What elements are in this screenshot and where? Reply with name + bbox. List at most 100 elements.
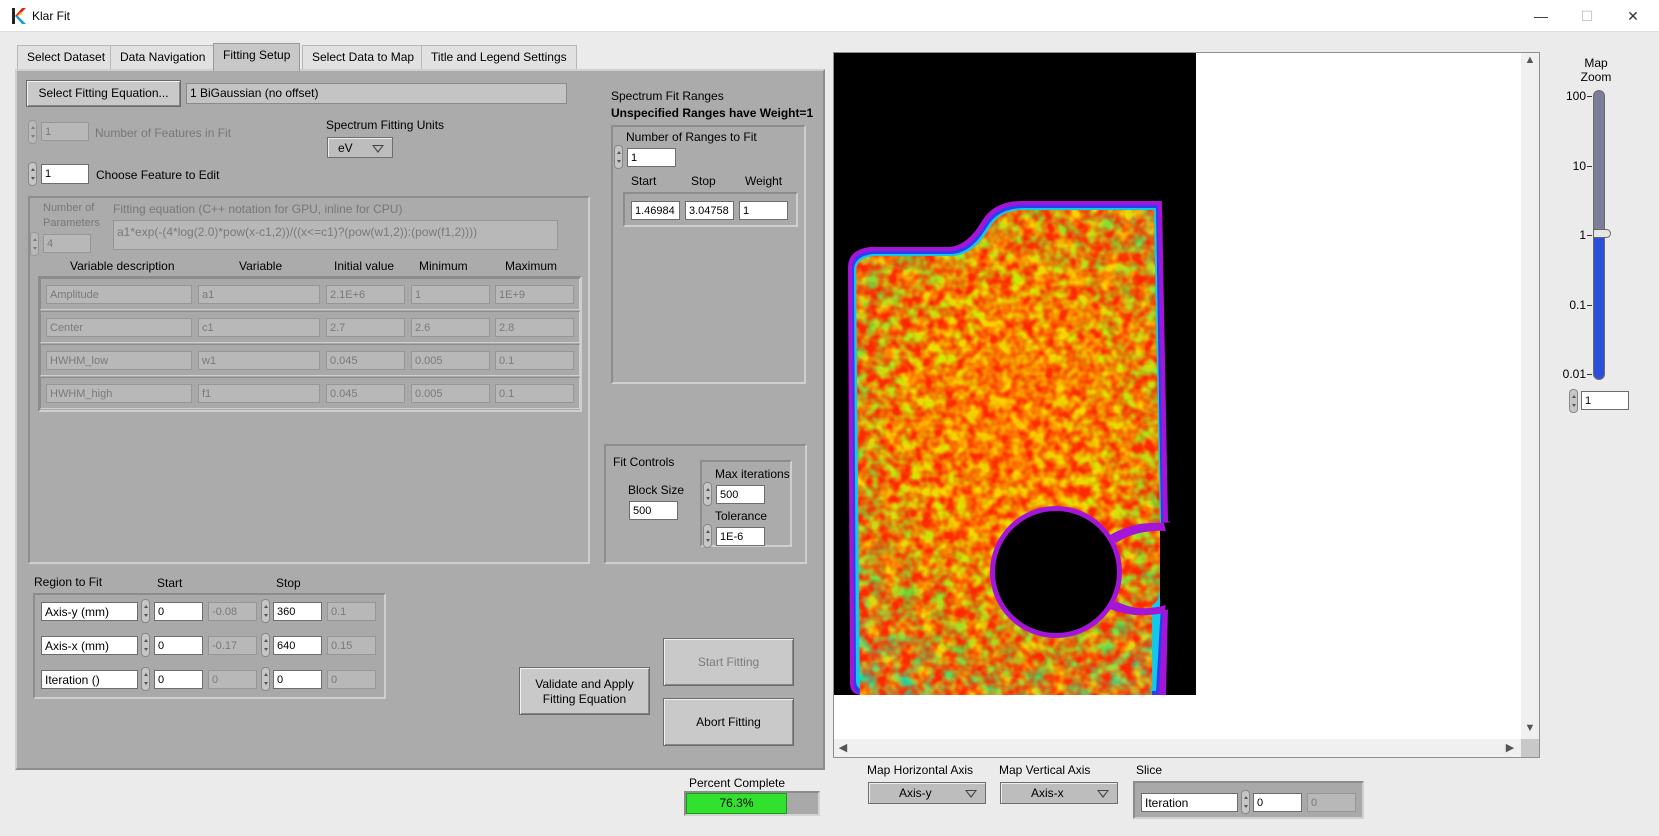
param-var[interactable]: a1 <box>198 285 320 304</box>
tab-fitting-setup[interactable]: Fitting Setup <box>213 43 301 71</box>
param-min[interactable]: 2.6 <box>411 318 490 337</box>
num-features-stepper[interactable] <box>28 120 37 144</box>
region-start-value: 0 <box>208 670 257 689</box>
region-start-stepper[interactable] <box>141 667 150 691</box>
region-axis-select[interactable]: Axis-x (mm) <box>41 636 138 655</box>
region-stop-stepper[interactable] <box>261 667 270 691</box>
num-params-input[interactable]: 4 <box>43 234 91 253</box>
scroll-down-icon[interactable]: ▼ <box>1521 722 1539 734</box>
map-vertical-axis-dropdown[interactable]: Axis-x <box>1000 782 1118 804</box>
region-stop-stepper[interactable] <box>261 633 270 657</box>
region-axis-select[interactable]: Axis-y (mm) <box>41 602 138 621</box>
region-stop-input[interactable]: 360 <box>273 602 322 621</box>
region-start-input[interactable]: 0 <box>154 602 203 621</box>
map-vertical-axis-label: Map Vertical Axis <box>999 763 1091 777</box>
region-start-value: -0.17 <box>208 636 257 655</box>
region-start-input[interactable]: 0 <box>154 636 203 655</box>
zoom-label-2: Zoom <box>1580 70 1612 84</box>
tab-select-data-to-map[interactable]: Select Data to Map <box>302 45 425 69</box>
chevron-down-icon <box>372 145 384 153</box>
param-var[interactable]: c1 <box>198 318 320 337</box>
param-desc[interactable]: HWHM_high <box>46 384 192 403</box>
abort-fitting-button[interactable]: Abort Fitting <box>663 698 794 746</box>
map-horizontal-scrollbar[interactable] <box>834 739 1521 757</box>
param-init[interactable]: 2.7 <box>326 318 405 337</box>
equation-label: Fitting equation (C++ notation for GPU, … <box>113 202 403 216</box>
param-min[interactable]: 0.005 <box>411 351 490 370</box>
region-start-stepper[interactable] <box>141 633 150 657</box>
ranges-col-weight: Weight <box>745 174 783 188</box>
zoom-tickmark <box>1587 166 1592 167</box>
maximize-button[interactable]: ☐ <box>1564 4 1610 28</box>
equation-text[interactable]: a1*exp(-(4*log(2.0)*pow(x-c1,2))/((x<=c1… <box>113 220 558 250</box>
region-stop-stepper[interactable] <box>261 599 270 623</box>
region-start-input[interactable]: 0 <box>154 670 203 689</box>
num-features-input[interactable]: 1 <box>41 122 89 141</box>
param-var[interactable]: w1 <box>198 351 320 370</box>
map-horizontal-axis-dropdown[interactable]: Axis-y <box>868 782 986 804</box>
max-iterations-input[interactable]: 500 <box>716 485 765 504</box>
tolerance-input[interactable]: 1E-6 <box>716 527 765 546</box>
slice-value-display: 0 <box>1307 793 1356 812</box>
region-axis-select[interactable]: Iteration () <box>41 670 138 689</box>
close-button[interactable]: ✕ <box>1610 4 1656 28</box>
ranges-title: Spectrum Fit Ranges <box>611 89 724 103</box>
param-min[interactable]: 0.005 <box>411 384 490 403</box>
units-dropdown[interactable]: eV <box>327 137 393 158</box>
block-size-input[interactable]: 500 <box>629 501 678 520</box>
zoom-tick-0-1: 0.1 <box>1569 298 1586 312</box>
select-fitting-equation-button[interactable]: Select Fitting Equation... <box>26 80 181 107</box>
param-desc[interactable]: HWHM_low <box>46 351 192 370</box>
tolerance-stepper[interactable] <box>703 524 712 548</box>
validate-apply-button[interactable]: Validate and Apply Fitting Equation <box>519 667 650 715</box>
param-max[interactable]: 1E+9 <box>495 285 574 304</box>
param-min[interactable]: 1 <box>411 285 490 304</box>
max-iterations-stepper[interactable] <box>703 482 712 506</box>
minimize-button[interactable]: — <box>1518 4 1564 28</box>
region-col-start: Start <box>157 576 183 590</box>
tab-select-dataset[interactable]: Select Dataset <box>17 45 116 69</box>
param-max[interactable]: 0.1 <box>495 351 574 370</box>
zoom-slider-thumb[interactable] <box>1593 229 1611 238</box>
range-stop-input[interactable]: 3.04758 <box>685 201 734 220</box>
range-start-input[interactable]: 1.46984 <box>631 201 680 220</box>
fit-controls-title: Fit Controls <box>613 455 675 469</box>
start-fitting-button[interactable]: Start Fitting <box>663 638 794 686</box>
region-start-stepper[interactable] <box>141 599 150 623</box>
ranges-count-input[interactable]: 1 <box>627 148 676 167</box>
percent-complete-label: Percent Complete <box>689 776 786 790</box>
map-vertical-scrollbar[interactable] <box>1521 53 1539 740</box>
validate-line2: Fitting Equation <box>542 692 627 706</box>
param-init[interactable]: 0.045 <box>326 384 405 403</box>
feature-edit-stepper[interactable] <box>28 162 37 186</box>
ranges-count-stepper[interactable] <box>614 145 623 169</box>
param-max[interactable]: 0.1 <box>495 384 574 403</box>
param-max[interactable]: 2.8 <box>495 318 574 337</box>
param-var[interactable]: f1 <box>198 384 320 403</box>
range-weight-input[interactable]: 1 <box>739 201 788 220</box>
scroll-left-icon[interactable]: ◀ <box>836 741 850 754</box>
zoom-stepper[interactable] <box>1569 389 1578 413</box>
units-value: eV <box>338 141 353 155</box>
max-iterations-label: Max iterations <box>715 467 790 481</box>
param-init[interactable]: 2.1E+6 <box>326 285 405 304</box>
num-params-stepper[interactable] <box>30 232 39 256</box>
param-desc[interactable]: Center <box>46 318 192 337</box>
region-stop-input[interactable]: 0 <box>273 670 322 689</box>
feature-edit-input[interactable]: 1 <box>41 164 89 184</box>
units-label: Spectrum Fitting Units <box>326 118 445 132</box>
region-stop-value: 0.15 <box>327 636 376 655</box>
window-title: Klar Fit <box>32 9 71 23</box>
scroll-up-icon[interactable]: ▲ <box>1521 54 1539 66</box>
col-initial-value: Initial value <box>334 259 395 273</box>
param-desc[interactable]: Amplitude <box>46 285 192 304</box>
slice-axis-select[interactable]: Iteration <box>1141 793 1238 812</box>
tab-data-navigation[interactable]: Data Navigation <box>110 45 216 69</box>
region-stop-input[interactable]: 640 <box>273 636 322 655</box>
slice-value-input[interactable]: 0 <box>1253 793 1302 812</box>
slice-stepper[interactable] <box>1241 790 1250 814</box>
scroll-right-icon[interactable]: ▶ <box>1503 741 1517 754</box>
zoom-value-input[interactable]: 1 <box>1581 391 1629 410</box>
tab-title-legend-settings[interactable]: Title and Legend Settings <box>421 45 577 69</box>
param-init[interactable]: 0.045 <box>326 351 405 370</box>
